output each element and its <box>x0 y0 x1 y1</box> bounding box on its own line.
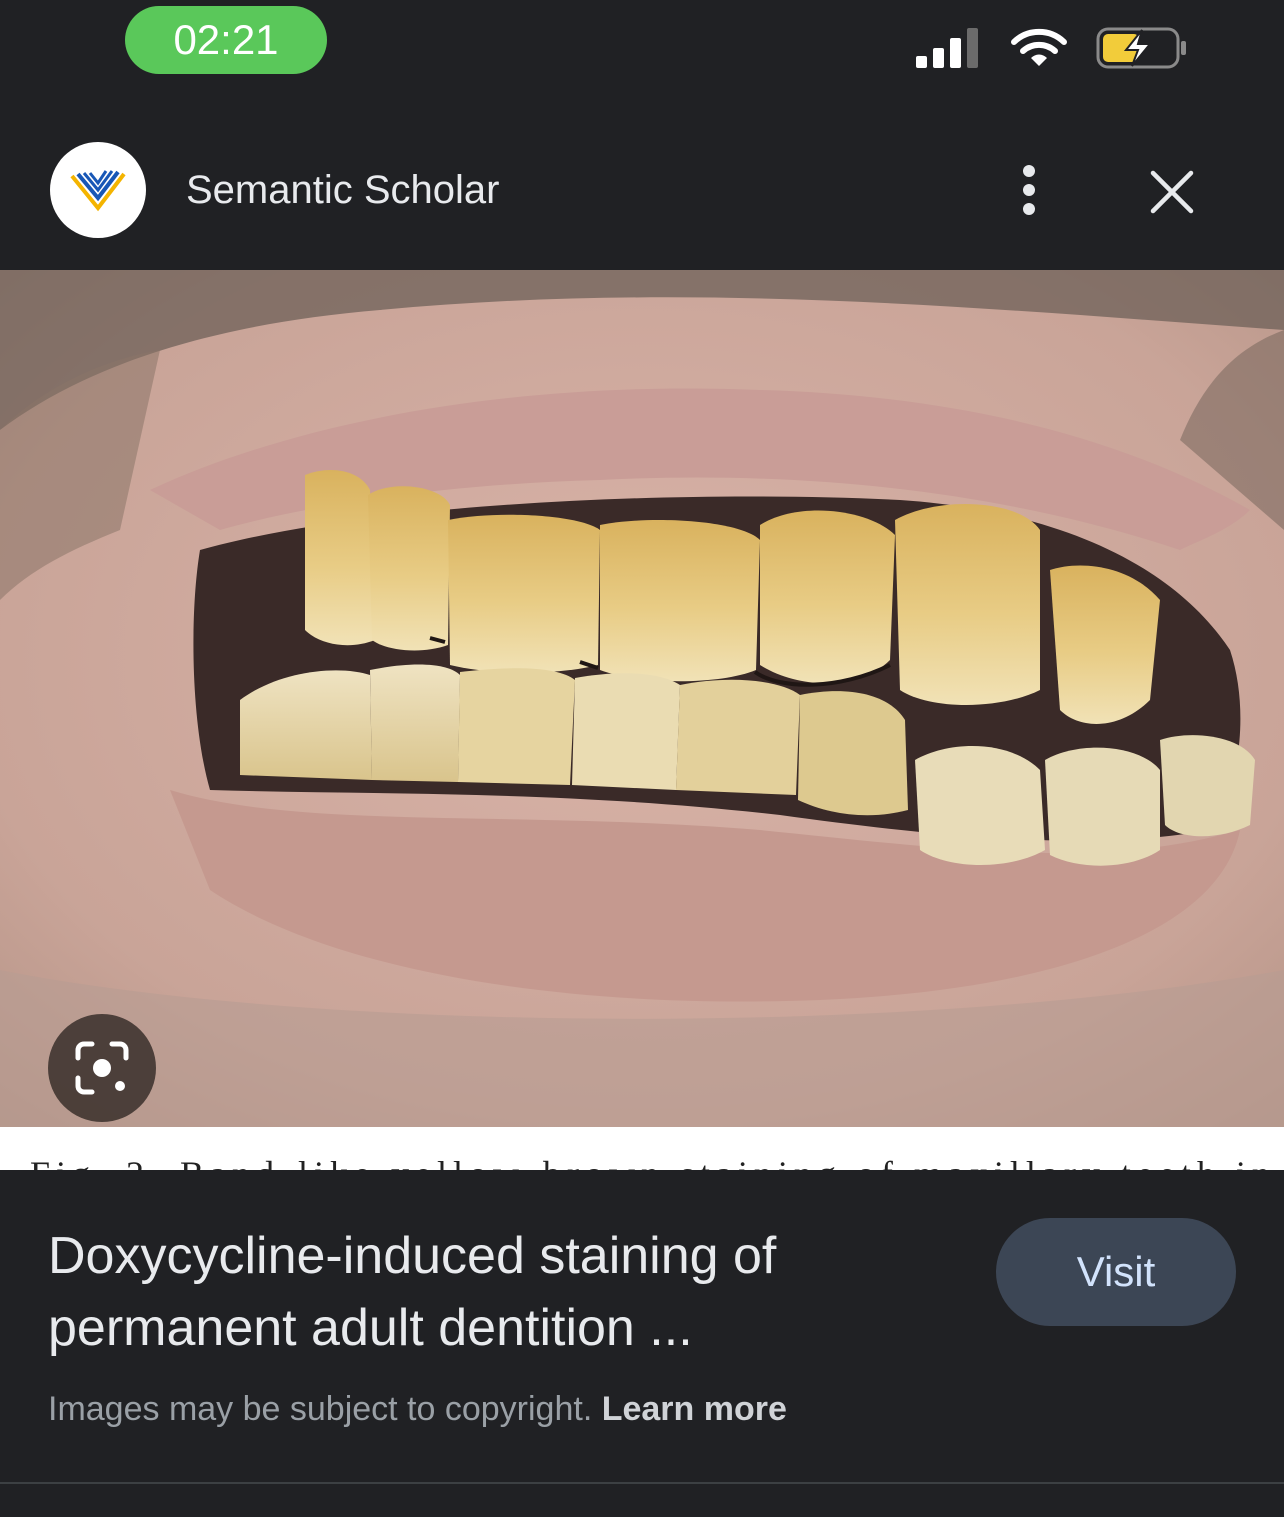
site-name[interactable]: Semantic Scholar <box>186 168 499 213</box>
battery-charging-icon <box>1096 27 1186 69</box>
signal-icon <box>916 28 978 68</box>
close-button[interactable] <box>1140 160 1204 224</box>
image-caption-strip: Fig. 2. Band-like yellow-brown staining … <box>0 1127 1284 1170</box>
visit-label: Visit <box>1076 1248 1156 1295</box>
status-bar: 02:21 <box>0 0 1284 110</box>
result-title[interactable]: Doxycycline-induced staining of permanen… <box>48 1220 948 1364</box>
more-options-button[interactable] <box>1004 160 1054 220</box>
lens-search-button[interactable] <box>48 1014 156 1122</box>
lens-search-icon <box>75 1041 129 1095</box>
caption-fragment: Fig. 2. Band-like yellow-brown staining … <box>30 1153 1284 1170</box>
more-vertical-icon <box>1023 165 1035 215</box>
source-header: Semantic Scholar <box>0 130 1284 250</box>
clock-time: 02:21 <box>173 16 279 63</box>
clock-pill: 02:21 <box>125 6 327 74</box>
bottom-divider <box>0 1482 1284 1484</box>
close-icon <box>1150 170 1194 214</box>
learn-more-link[interactable]: Learn more <box>602 1390 787 1428</box>
copyright-text: Images may be subject to copyright. <box>48 1390 593 1428</box>
status-icons <box>916 26 1188 70</box>
teeth-photo <box>0 270 1284 1127</box>
semantic-scholar-logo-icon[interactable] <box>50 142 146 238</box>
visit-button[interactable]: Visit <box>996 1218 1236 1326</box>
result-image[interactable] <box>0 270 1284 1127</box>
copyright-notice: Images may be subject to copyright. Lear… <box>48 1390 787 1429</box>
wifi-icon <box>1011 28 1067 66</box>
result-info-panel: Doxycycline-induced staining of permanen… <box>0 1170 1284 1482</box>
